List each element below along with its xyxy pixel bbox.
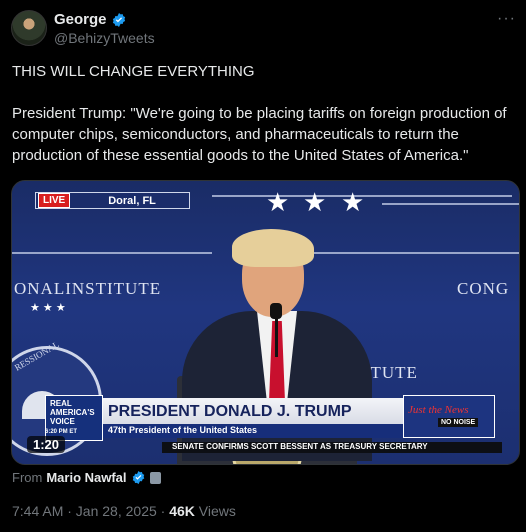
avatar[interactable] xyxy=(11,10,47,46)
video-frame: ★ ★ ★ ★ ★ ★ ONALINSTITUTE CONG STITUTE R… xyxy=(12,181,519,464)
verified-badge-icon xyxy=(132,470,144,485)
attribution: From Mario Nawfal xyxy=(12,470,161,485)
location-label: Doral, FL xyxy=(108,194,156,207)
background-banner-left: ONALINSTITUTE xyxy=(14,279,162,298)
video-player[interactable]: ★ ★ ★ ★ ★ ★ ONALINSTITUTE CONG STITUTE R… xyxy=(11,180,520,465)
lower-third-subtitle-bar: 47th President of the United States xyxy=(103,424,403,438)
tweet-header: George @BehizyTweets ··· xyxy=(11,10,516,50)
bg-stripe xyxy=(382,203,519,205)
lower-third: REAL AMERICA'S VOICE PRESIDENT DONALD J.… xyxy=(45,395,505,441)
author-handle[interactable]: @BehizyTweets xyxy=(54,30,155,46)
name-row: George xyxy=(54,11,127,28)
ticker-text: SENATE CONFIRMS SCOTT BESSENT AS TREASUR… xyxy=(172,442,428,451)
tweet-datetime[interactable]: 7:44 AM · Jan 28, 2025 · xyxy=(12,503,165,519)
partner-logo-tag: NO NOISE xyxy=(438,418,479,427)
views-count: 46K xyxy=(169,503,195,519)
live-badge: LIVE xyxy=(38,193,71,208)
lower-third-subtitle: 47th President of the United States xyxy=(108,425,258,435)
tweet-text-quote: President Trump: "We're going to be plac… xyxy=(12,105,511,164)
verified-badge-icon xyxy=(112,12,125,27)
tweet-text-headline: THIS WILL CHANGE EVERYTHING xyxy=(12,63,255,80)
partner-logo: Just the News NO NOISE xyxy=(403,395,495,438)
views-label: Views xyxy=(198,503,236,519)
video-duration: 1:20 xyxy=(27,436,66,453)
background-banner-right: CONG xyxy=(457,279,510,298)
lower-third-title-bar: PRESIDENT DONALD J. TRUMP xyxy=(103,398,403,424)
broadcast-time: 6:20 PM ET xyxy=(45,429,78,435)
speaker-hair xyxy=(232,229,314,267)
media-badge-icon xyxy=(149,471,161,484)
attribution-prefix: From xyxy=(12,470,43,485)
star-icon: ★ ★ ★ xyxy=(30,302,66,314)
author-name[interactable]: George xyxy=(54,11,107,28)
lower-third-name: PRESIDENT DONALD J. TRUMP xyxy=(108,403,352,420)
network-logo-text: REAL AMERICA'S VOICE xyxy=(50,399,95,426)
partner-logo-text: Just the News xyxy=(408,404,469,416)
tweet-meta: 7:44 AM · Jan 28, 2025 · 46K Views xyxy=(12,503,236,519)
more-icon[interactable]: ··· xyxy=(497,10,516,28)
attribution-source[interactable]: Mario Nawfal xyxy=(46,470,126,485)
news-ticker: SENATE CONFIRMS SCOTT BESSENT AS TREASUR… xyxy=(162,442,502,453)
live-location-bug: LIVE Doral, FL xyxy=(35,192,190,209)
microphone-stand xyxy=(275,317,278,357)
